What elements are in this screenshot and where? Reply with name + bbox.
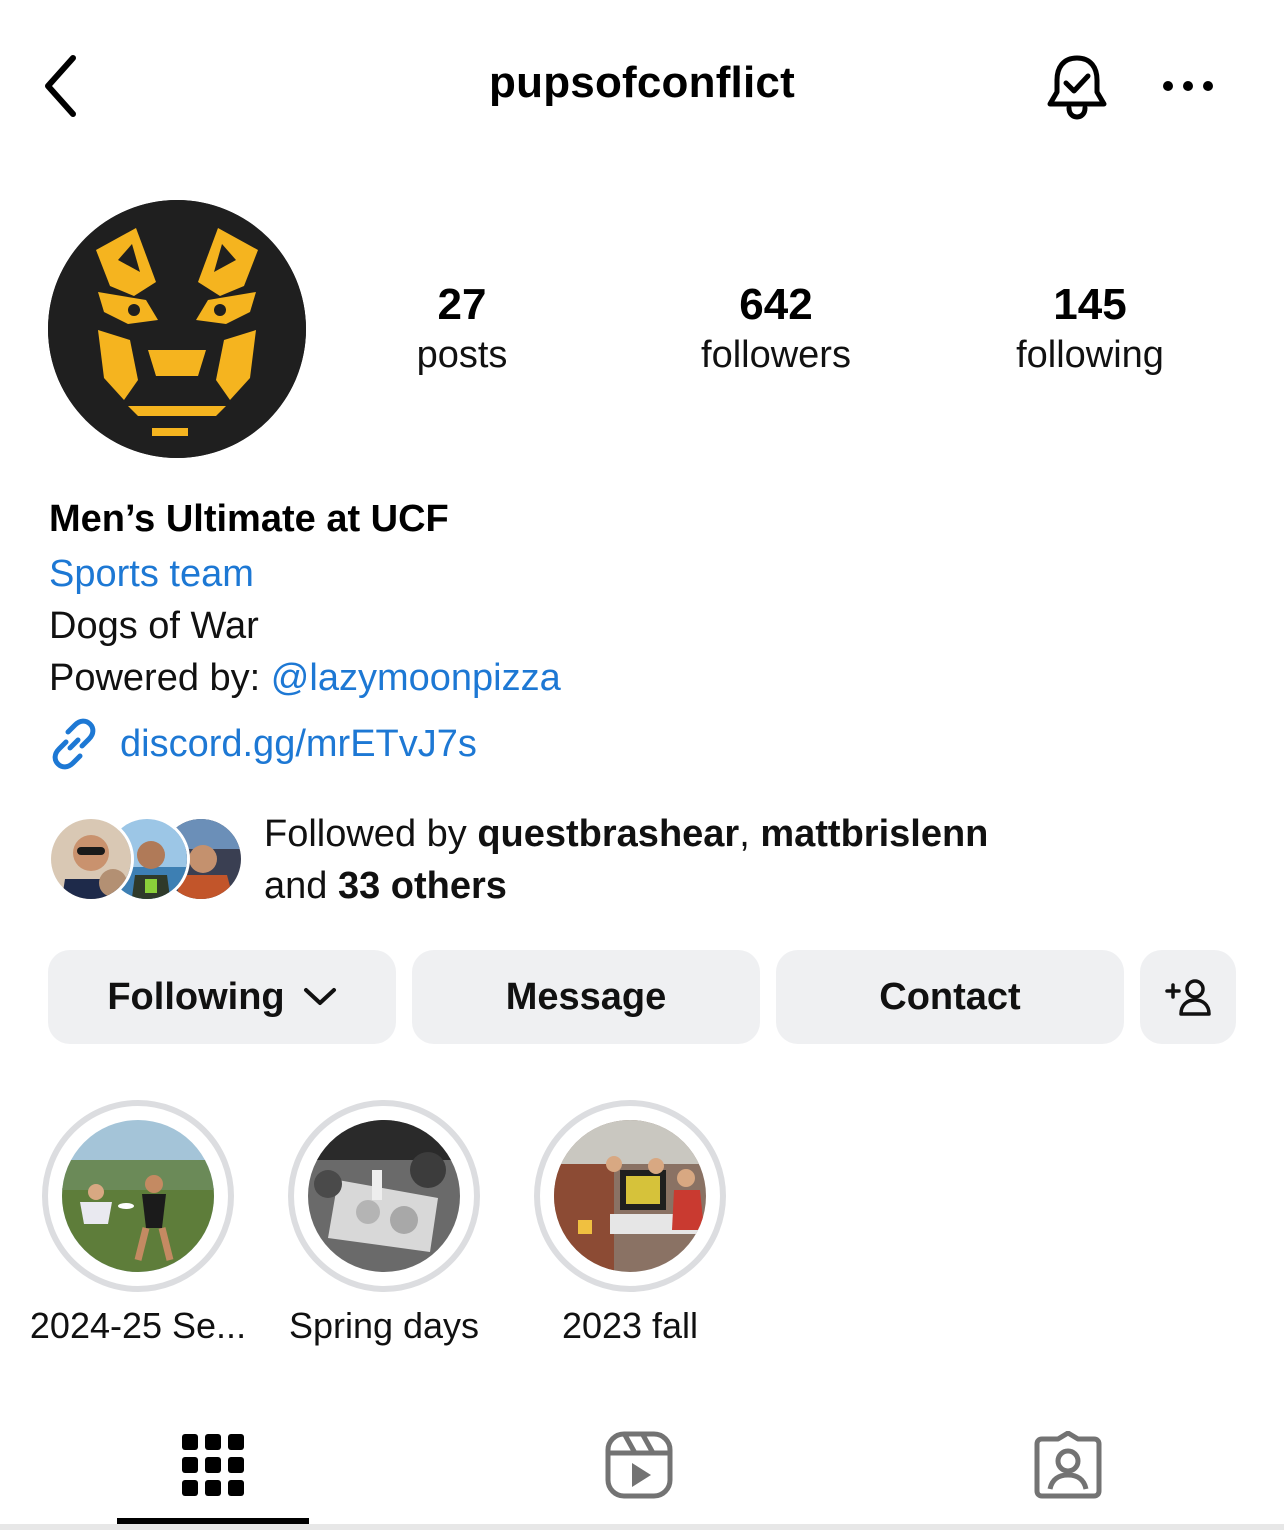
tab-tagged[interactable] xyxy=(972,1406,1164,1524)
followers-count: 642 xyxy=(739,280,813,329)
mutual-follower-avatar xyxy=(48,816,134,902)
followed-by-separator: , xyxy=(739,813,761,855)
contact-button-label: Contact xyxy=(879,975,1021,1018)
following-button[interactable]: Following xyxy=(48,950,396,1044)
highlight-ring xyxy=(534,1100,726,1292)
highlight-cover-image xyxy=(554,1120,706,1272)
link-icon xyxy=(52,718,96,770)
highlight-cover-image xyxy=(62,1120,214,1272)
suggested-users-button[interactable] xyxy=(1140,950,1236,1044)
highlight-label: Spring days xyxy=(288,1305,480,1346)
bio-line-2-prefix: Powered by: xyxy=(49,657,271,699)
story-highlight[interactable]: Spring days xyxy=(259,1100,509,1348)
external-link-text: discord.gg/mrETvJ7s xyxy=(120,723,477,765)
highlight-label: 2023 fall xyxy=(561,1305,699,1346)
followers-label: followers xyxy=(701,334,851,376)
mutual-followers[interactable]: Followed by questbrashear, mattbrislenn … xyxy=(48,806,1248,916)
tab-posts-grid[interactable] xyxy=(117,1406,309,1524)
more-options-button[interactable] xyxy=(1152,60,1224,112)
chevron-down-icon xyxy=(303,988,336,1005)
posts-stat[interactable]: 27 posts xyxy=(342,278,582,378)
message-button[interactable]: Message xyxy=(412,950,760,1044)
following-count: 145 xyxy=(1053,280,1127,329)
mutual-user-1: questbrashear xyxy=(477,813,740,855)
external-link[interactable]: discord.gg/mrETvJ7s xyxy=(48,716,477,772)
posts-label: posts xyxy=(416,334,508,376)
add-person-icon xyxy=(1165,979,1211,1016)
tagged-icon xyxy=(1034,1431,1102,1499)
highlight-ring xyxy=(288,1100,480,1292)
highlight-label: 2024-25 Se... xyxy=(29,1305,247,1346)
profile-bio: Men’s Ultimate at UCF Sports team Dogs o… xyxy=(49,494,1249,704)
story-highlight[interactable]: 2023 fall xyxy=(505,1100,755,1348)
following-stat[interactable]: 145 following xyxy=(970,278,1210,378)
following-label: following xyxy=(1016,334,1164,376)
dog-logo-icon xyxy=(48,200,306,458)
followers-stat[interactable]: 642 followers xyxy=(656,278,896,378)
posts-count: 27 xyxy=(437,280,487,329)
mutual-others-count: 33 others xyxy=(337,865,507,907)
contact-button[interactable]: Contact xyxy=(776,950,1124,1044)
mutual-user-2: mattbrislenn xyxy=(760,813,989,855)
bio-line-2: Powered by: @lazymoonpizza xyxy=(49,652,1249,704)
profile-category: Sports team xyxy=(49,553,254,595)
notifications-button[interactable] xyxy=(1040,50,1114,124)
message-button-label: Message xyxy=(505,975,667,1018)
profile-display-name: Men’s Ultimate at UCF xyxy=(49,498,449,540)
followed-by-and: and xyxy=(264,865,338,907)
followed-by-prefix: Followed by xyxy=(264,813,478,855)
tab-reels[interactable] xyxy=(543,1406,735,1524)
posts-grid-edge xyxy=(0,1524,1284,1530)
highlight-cover-image xyxy=(308,1120,460,1272)
bio-mention-link[interactable]: @lazymoonpizza xyxy=(271,657,561,699)
following-button-label: Following xyxy=(107,975,285,1018)
grid-icon xyxy=(182,1434,244,1496)
bell-check-icon xyxy=(1047,55,1107,120)
mutual-followers-text: Followed by questbrashear, mattbrislenn … xyxy=(264,808,988,912)
more-horizontal-icon xyxy=(1163,81,1213,91)
top-bar: pupsofconflict xyxy=(0,0,1284,170)
story-highlight[interactable]: 2024-25 Se... xyxy=(13,1100,263,1348)
bio-line-1: Dogs of War xyxy=(49,605,259,647)
reels-icon xyxy=(605,1431,673,1499)
profile-avatar[interactable] xyxy=(48,200,306,458)
highlight-ring xyxy=(42,1100,234,1292)
